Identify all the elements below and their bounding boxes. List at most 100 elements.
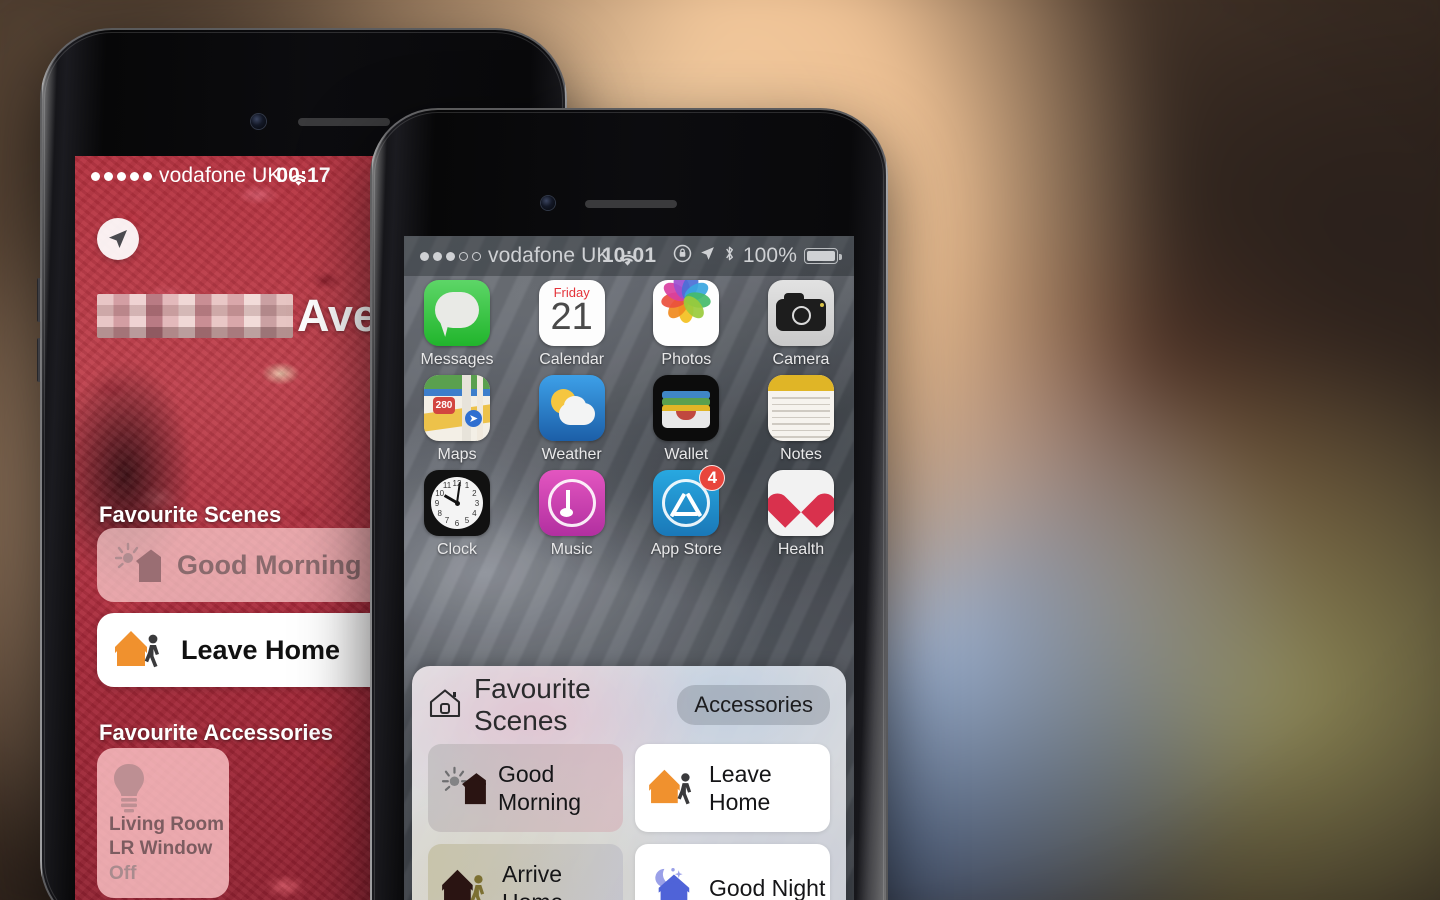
notes-line (771, 397, 830, 399)
notes-line (771, 410, 830, 412)
app-icon-weather[interactable]: Weather (535, 375, 609, 464)
app-icon-app-store[interactable]: 4 App Store (649, 465, 726, 559)
section-title-favourite-accessories: Favourite Accessories (99, 720, 333, 745)
app-label: Weather (541, 446, 602, 463)
phone1-volume-up-button[interactable] (37, 278, 41, 322)
accessories-button[interactable]: Accessories (677, 685, 830, 725)
app-row-2: 280 ➤ Maps Weather Wallet Notes (420, 375, 838, 464)
widget-header: Favourite Scenes Accessories (412, 666, 846, 744)
clock-numeral: 5 (464, 515, 470, 525)
home-outline-icon (428, 687, 462, 724)
phone2-screen[interactable]: vodafone UK 10:01 100% Messages Friday 2… (404, 236, 854, 900)
widget-tile-leave-home[interactable]: Leave Home (635, 744, 830, 832)
widget-scene-tiles: Good Morning Leave Home Arrive Good Nigh… (412, 744, 846, 900)
health-icon (767, 470, 834, 536)
home-name-redacted-block (97, 294, 293, 338)
music-icon (538, 470, 605, 536)
app-label: Notes (780, 446, 822, 463)
accessory-tile-lr-window[interactable]: Living Room LR Window Off (97, 748, 229, 898)
clock-numeral: 11 (442, 481, 452, 491)
phone2-earpiece-speaker (585, 200, 677, 208)
clock-numeral: 12 (452, 478, 462, 488)
house-walker-icon (442, 865, 490, 900)
maps-icon: 280 ➤ (424, 375, 490, 441)
phone1-front-camera (251, 114, 266, 129)
notes-line (771, 423, 830, 425)
clock-numeral: 8 (437, 508, 442, 518)
house-walker-icon (115, 626, 165, 675)
app-icon-notes[interactable]: Notes (764, 375, 838, 464)
app-label: Calendar (539, 351, 605, 368)
accessory-tile-text: Living Room LR Window Off (109, 813, 224, 886)
tile-label: Leave Home (709, 760, 772, 815)
wallet-icon (653, 375, 720, 441)
widget-tile-good-night[interactable]: Good Night (635, 844, 830, 900)
phone2-front-camera (541, 196, 555, 210)
app-store-badge: 4 (699, 465, 726, 491)
app-label: App Store (650, 541, 722, 558)
battery-percent-label: 100% (742, 244, 797, 267)
sun-house-icon (441, 766, 486, 811)
home-widget-card: Favourite Scenes Accessories Good Mornin… (412, 666, 846, 900)
clock-numeral: 9 (434, 498, 440, 508)
calendar-icon: Friday 21 (538, 280, 605, 346)
app-icon-health[interactable]: Health (764, 470, 838, 559)
app-label: Camera (772, 351, 830, 368)
bluetooth-icon (723, 244, 736, 269)
photos-icon (653, 280, 720, 346)
app-icon-music[interactable]: Music (535, 470, 609, 559)
app-row-3: 12 1 2 3 4 5 6 7 8 9 10 11 Clock Music 4 App Store (420, 465, 838, 559)
widget-tile-arrive-home[interactable]: Arrive Home (428, 844, 623, 900)
homescreen-app-grid: Messages Friday 21 Calendar Photos Camer… (404, 280, 854, 565)
phone1-earpiece-speaker (298, 118, 390, 126)
section-title-favourite-scenes: Favourite Scenes (99, 502, 282, 527)
scene-label: Leave Home (181, 634, 341, 665)
app-icon-wallet[interactable]: Wallet (649, 375, 723, 464)
scene-label: Good Morning (177, 549, 362, 580)
widget-tile-good-morning[interactable]: Good Morning (428, 744, 623, 832)
calendar-day-number: 21 (550, 296, 593, 338)
accessory-state: Off (109, 862, 137, 884)
notes-line (771, 429, 830, 431)
clock-numeral: 3 (474, 498, 480, 508)
app-label: Messages (420, 351, 494, 368)
app-label: Photos (661, 351, 712, 368)
app-label: Health (777, 541, 825, 558)
maps-pin-icon: ➤ (465, 410, 482, 427)
tile-label: Arrive Home (502, 860, 563, 900)
home-name-suffix: Ave (297, 290, 378, 341)
app-icon-clock[interactable]: 12 1 2 3 4 5 6 7 8 9 10 11 Clock (420, 470, 494, 559)
home-name-title: Ave (97, 290, 378, 342)
messages-icon (424, 280, 490, 346)
notes-line (771, 403, 830, 405)
app-label: Clock (436, 541, 477, 558)
app-row-1: Messages Friday 21 Calendar Photos Camer… (420, 280, 838, 369)
phone1-volume-down-button[interactable] (37, 338, 41, 382)
accessory-room: Living Room (109, 814, 225, 836)
app-icon-calendar[interactable]: Friday 21 Calendar (535, 280, 609, 369)
notes-line (771, 436, 830, 438)
tile-label: Good Morning (498, 760, 582, 815)
clock-icon: 12 1 2 3 4 5 6 7 8 9 10 11 (424, 470, 490, 536)
app-icon-messages[interactable]: Messages (420, 280, 494, 369)
weather-icon (538, 375, 605, 441)
widget-title: Favourite Scenes (474, 673, 591, 736)
moon-stars-house-icon (649, 865, 697, 900)
phone2-status-bar: vodafone UK 10:01 100% (404, 236, 854, 276)
tile-label: Good Night (709, 874, 826, 900)
phone2-status-right: 100% (673, 244, 842, 269)
clock-numeral: 2 (472, 488, 477, 498)
app-label: Wallet (664, 446, 709, 463)
app-icon-photos[interactable]: Photos (649, 280, 723, 369)
camera-icon (767, 280, 834, 346)
app-icon-maps[interactable]: 280 ➤ Maps (420, 375, 494, 464)
location-arrow-icon[interactable] (97, 218, 139, 260)
maps-route-shield: 280 (433, 397, 455, 414)
accessory-name: LR Window (109, 838, 213, 860)
notes-icon (767, 375, 834, 441)
app-label: Maps (437, 446, 477, 463)
rotation-lock-icon (673, 244, 692, 269)
app-label: Music (550, 541, 593, 558)
clock-numeral: 6 (454, 518, 460, 528)
app-icon-camera[interactable]: Camera (764, 280, 838, 369)
